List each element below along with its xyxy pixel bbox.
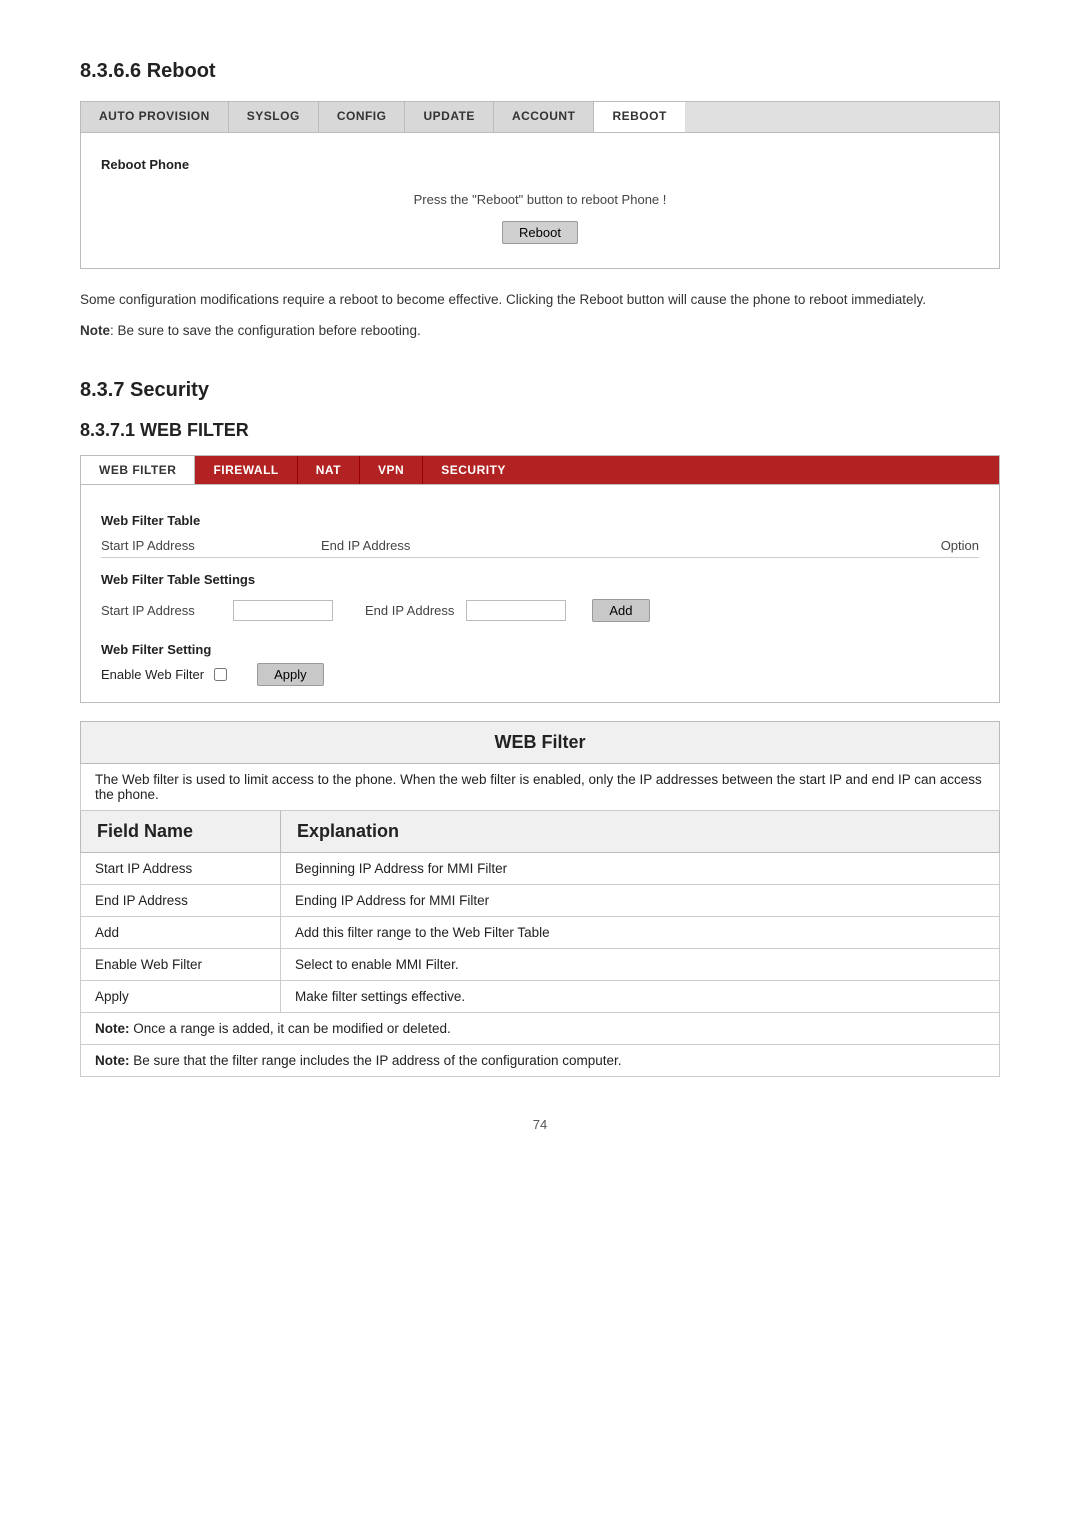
reboot-center: Press the "Reboot" button to reboot Phon…: [101, 182, 979, 248]
header-explanation: Explanation: [281, 810, 1000, 852]
reboot-instruction: Press the "Reboot" button to reboot Phon…: [101, 192, 979, 207]
tab-reboot[interactable]: REBOOT: [594, 102, 684, 132]
web-filter-table-label: Web Filter Table: [101, 513, 979, 528]
desc-table-title: WEB Filter: [81, 721, 1000, 763]
reboot-phone-label: Reboot Phone: [101, 157, 979, 172]
web-filter-setting-label: Web Filter Setting: [101, 642, 979, 657]
field-name: Apply: [81, 980, 281, 1012]
field-explanation: Ending IP Address for MMI Filter: [281, 884, 1000, 916]
note-text: : Be sure to save the configuration befo…: [110, 323, 421, 338]
field-name: Start IP Address: [81, 852, 281, 884]
note-2-text: Note: Be sure that the filter range incl…: [81, 1044, 1000, 1076]
field-name: End IP Address: [81, 884, 281, 916]
reboot-note: Note: Be sure to save the configuration …: [80, 320, 1000, 343]
enable-row: Enable Web Filter Apply: [101, 663, 979, 686]
table-row: Start IP AddressBeginning IP Address for…: [81, 852, 1000, 884]
security-tab-bar: WEB FILTER FIREWALL NAT VPN SECURITY: [80, 455, 1000, 485]
tab-config[interactable]: CONFIG: [319, 102, 406, 132]
table-row: End IP AddressEnding IP Address for MMI …: [81, 884, 1000, 916]
field-explanation: Make filter settings effective.: [281, 980, 1000, 1012]
section-836-title: 8.3.6.6 Reboot: [80, 60, 1000, 83]
filter-panel: Web Filter Table Start IP Address End IP…: [80, 485, 1000, 703]
field-explanation: Beginning IP Address for MMI Filter: [281, 852, 1000, 884]
start-ip-label: Start IP Address: [101, 603, 221, 618]
tab-syslog[interactable]: SYSLOG: [229, 102, 319, 132]
enable-web-filter-checkbox[interactable]: [214, 668, 227, 681]
header-field: Field Name: [81, 810, 281, 852]
end-ip-input[interactable]: [466, 600, 566, 621]
page-number: 74: [80, 1117, 1000, 1132]
reboot-button[interactable]: Reboot: [502, 221, 578, 244]
tab-nat[interactable]: NAT: [298, 456, 360, 484]
table-row: ApplyMake filter settings effective.: [81, 980, 1000, 1012]
tab-firewall[interactable]: FIREWALL: [195, 456, 297, 484]
reboot-info: Some configuration modifications require…: [80, 289, 1000, 312]
apply-button[interactable]: Apply: [257, 663, 324, 686]
enable-web-filter-label: Enable Web Filter: [101, 667, 204, 682]
field-explanation: Select to enable MMI Filter.: [281, 948, 1000, 980]
table-row: AddAdd this filter range to the Web Filt…: [81, 916, 1000, 948]
web-filter-settings-label: Web Filter Table Settings: [101, 572, 979, 587]
section-837-title: 8.3.7 Security: [80, 379, 1000, 402]
note-row-1: Note: Once a range is added, it can be m…: [81, 1012, 1000, 1044]
field-name: Enable Web Filter: [81, 948, 281, 980]
tab-account[interactable]: ACCOUNT: [494, 102, 595, 132]
section-8371-title: 8.3.7.1 WEB FILTER: [80, 420, 1000, 441]
desc-intro: The Web filter is used to limit access t…: [81, 763, 1000, 810]
table-row: Enable Web FilterSelect to enable MMI Fi…: [81, 948, 1000, 980]
tab-web-filter[interactable]: WEB FILTER: [81, 456, 195, 484]
tab-auto-provision[interactable]: AUTO PROVISION: [81, 102, 229, 132]
col-option-header: Option: [879, 538, 979, 553]
field-explanation: Add this filter range to the Web Filter …: [281, 916, 1000, 948]
note-label: Note: [80, 323, 110, 338]
filter-settings-row: Start IP Address End IP Address Add: [101, 593, 979, 628]
col-end-header: End IP Address: [321, 538, 879, 553]
tab-vpn[interactable]: VPN: [360, 456, 423, 484]
filter-table-header: Start IP Address End IP Address Option: [101, 534, 979, 558]
add-button[interactable]: Add: [592, 599, 649, 622]
start-ip-input[interactable]: [233, 600, 333, 621]
note-1-text: Note: Once a range is added, it can be m…: [81, 1012, 1000, 1044]
tab-update[interactable]: UPDATE: [405, 102, 493, 132]
reboot-panel: Reboot Phone Press the "Reboot" button t…: [80, 133, 1000, 269]
reboot-tab-bar: AUTO PROVISION SYSLOG CONFIG UPDATE ACCO…: [80, 101, 1000, 133]
end-ip-label: End IP Address: [365, 603, 454, 618]
col-start-header: Start IP Address: [101, 538, 321, 553]
note-row-2: Note: Be sure that the filter range incl…: [81, 1044, 1000, 1076]
description-table: WEB Filter The Web filter is used to lim…: [80, 721, 1000, 1077]
field-name: Add: [81, 916, 281, 948]
tab-security[interactable]: SECURITY: [423, 456, 524, 484]
